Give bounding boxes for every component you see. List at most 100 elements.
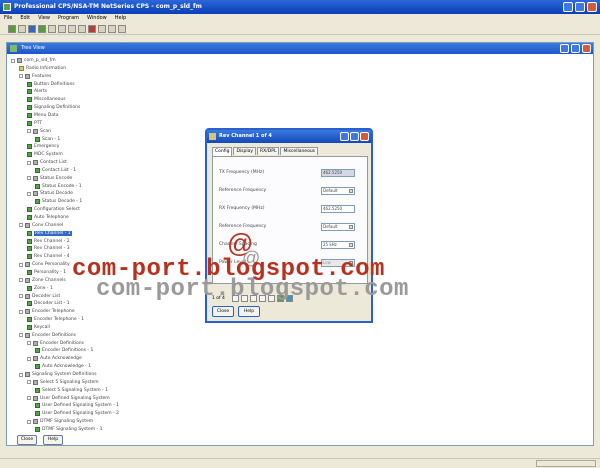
tree-node[interactable]: Configuration Select (27, 206, 80, 213)
tree-node[interactable]: Encoder Definitions (27, 340, 84, 347)
tree-node[interactable]: DTMF Signaling System (27, 418, 93, 425)
tree-node[interactable]: Menu Data (27, 112, 59, 119)
tree-node[interactable]: User Defined Signaling System (27, 395, 110, 402)
expand-collapse-icon[interactable] (19, 372, 23, 377)
expand-collapse-icon[interactable] (27, 191, 31, 196)
tree-node[interactable]: Radio Information (19, 65, 66, 72)
tree-node[interactable]: Status Decode - 1 (35, 198, 82, 205)
chevron-down-icon[interactable] (349, 189, 353, 193)
expand-collapse-icon[interactable] (27, 380, 31, 385)
field-select[interactable]: 25 kHz (321, 241, 355, 249)
tree-node[interactable]: Rev Channel - 3 (27, 245, 70, 252)
paste-icon[interactable] (78, 25, 86, 33)
chevron-down-icon[interactable] (349, 243, 353, 247)
tree-node[interactable]: Zone - 1 (27, 285, 53, 292)
tree-node[interactable]: PTT (27, 120, 42, 127)
close-icon[interactable] (360, 132, 369, 141)
undo-icon[interactable] (98, 25, 106, 33)
expand-collapse-icon[interactable] (27, 160, 31, 165)
tree-node[interactable]: Miscellaneous (27, 96, 66, 103)
maximize-icon[interactable] (571, 44, 580, 53)
tab-miscellaneous[interactable]: Miscellaneous (280, 147, 319, 155)
tree-node[interactable]: Keycall (27, 324, 50, 331)
dialog-help-button[interactable]: Help (238, 306, 260, 317)
tree-node[interactable]: MDC System (27, 151, 63, 158)
tree-node[interactable]: com_p_sld_fm (11, 57, 56, 64)
copy-icon[interactable] (68, 25, 76, 33)
tree-node[interactable]: Status Decode (27, 190, 73, 197)
tree-node[interactable]: Status Encode - 1 (35, 183, 82, 190)
tree-node[interactable]: Contact List - 1 (35, 167, 76, 174)
tree-node[interactable]: Scan - 1 (35, 136, 60, 143)
tree-node[interactable]: Decoder List (19, 293, 60, 300)
expand-collapse-icon[interactable] (19, 74, 23, 79)
save-icon[interactable] (28, 25, 36, 33)
cut-icon[interactable] (58, 25, 66, 33)
open-icon[interactable] (18, 25, 26, 33)
help-button[interactable]: Help (43, 435, 63, 445)
expand-collapse-icon[interactable] (19, 262, 23, 267)
tree-node[interactable]: Button Definitions (27, 81, 75, 88)
expand-collapse-icon[interactable] (27, 176, 31, 181)
field-input[interactable]: 462.5250 (321, 205, 355, 213)
menu-window[interactable]: Window (87, 14, 107, 23)
print-icon[interactable] (48, 25, 56, 33)
close-icon[interactable] (582, 44, 591, 53)
help-icon[interactable] (108, 25, 116, 33)
expand-collapse-icon[interactable] (19, 294, 23, 298)
tree-node[interactable]: Conv Personality (19, 261, 70, 268)
tab-display[interactable]: Display (233, 147, 257, 155)
tree-node[interactable]: Features (19, 73, 51, 80)
tree-node[interactable]: Personality - 1 (27, 269, 66, 276)
expand-collapse-icon[interactable] (27, 396, 31, 401)
tree-node[interactable]: Scan (27, 128, 51, 135)
tree-node[interactable]: Encoder Definitions - 1 (35, 347, 93, 354)
tree-node[interactable]: User Defined Signaling System - 2 (35, 410, 119, 417)
tree-node[interactable]: Emergency (27, 143, 59, 150)
menu-file[interactable]: File (4, 14, 12, 23)
tree-node[interactable]: Alerts (27, 88, 47, 95)
expand-collapse-icon[interactable] (19, 309, 23, 314)
whats-this-icon[interactable] (118, 25, 126, 33)
tree-node[interactable]: Encoder Telephone (19, 308, 75, 315)
expand-collapse-icon[interactable] (19, 278, 23, 283)
expand-collapse-icon[interactable] (19, 223, 23, 228)
tree-node[interactable]: Signaling System Definitions (19, 371, 97, 378)
expand-collapse-icon[interactable] (27, 129, 31, 134)
write-radio-icon[interactable] (38, 25, 46, 33)
tree-node[interactable]: Rev Channel - 2 (27, 238, 70, 245)
tree-node[interactable]: Auto Telephone (27, 214, 69, 221)
maximize-icon[interactable] (350, 132, 359, 141)
tree-node[interactable]: Encoder Telephone - 1 (27, 316, 84, 323)
tree-node[interactable]: Decoder List - 1 (27, 300, 70, 307)
menu-help[interactable]: Help (115, 14, 126, 23)
tree-node[interactable]: DTMF Signaling System - 1 (35, 426, 102, 433)
minimize-icon[interactable] (340, 132, 349, 141)
tree-node[interactable]: Auto Acknowledge - 1 (35, 363, 91, 370)
expand-collapse-icon[interactable] (19, 333, 23, 338)
tree-node[interactable]: Encoder Definitions (19, 332, 76, 339)
close-button[interactable]: Close (17, 435, 37, 445)
minimize-icon[interactable] (563, 2, 573, 12)
field-select[interactable]: Default (321, 223, 355, 231)
maximize-icon[interactable] (575, 2, 585, 12)
tab-rx-dpl[interactable]: RX/DPL (257, 147, 280, 155)
close-icon[interactable] (587, 2, 597, 12)
expand-collapse-icon[interactable] (27, 341, 31, 346)
minimize-icon[interactable] (560, 44, 569, 53)
menu-program[interactable]: Program (58, 14, 79, 23)
tree-node[interactable]: Contact List (27, 159, 67, 166)
tab-config[interactable]: Config (212, 147, 233, 156)
delete-icon[interactable] (88, 25, 96, 33)
field-input[interactable]: 462.5250 (321, 169, 355, 177)
tree-node[interactable]: Status Encode (27, 175, 72, 182)
tree-node[interactable]: Zone Channels (19, 277, 66, 284)
menu-view[interactable]: View (38, 14, 50, 23)
read-radio-icon[interactable] (8, 25, 16, 33)
chevron-down-icon[interactable] (349, 225, 353, 229)
tree-node[interactable]: Rev Channel - 1 (27, 230, 72, 237)
menu-edit[interactable]: Edit (20, 14, 30, 23)
tree-node[interactable]: Select 5 Signaling System (27, 379, 99, 386)
tree-node[interactable]: Rev Channel - 4 (27, 253, 70, 260)
tree-node[interactable]: User Defined Signaling System - 1 (35, 402, 119, 409)
